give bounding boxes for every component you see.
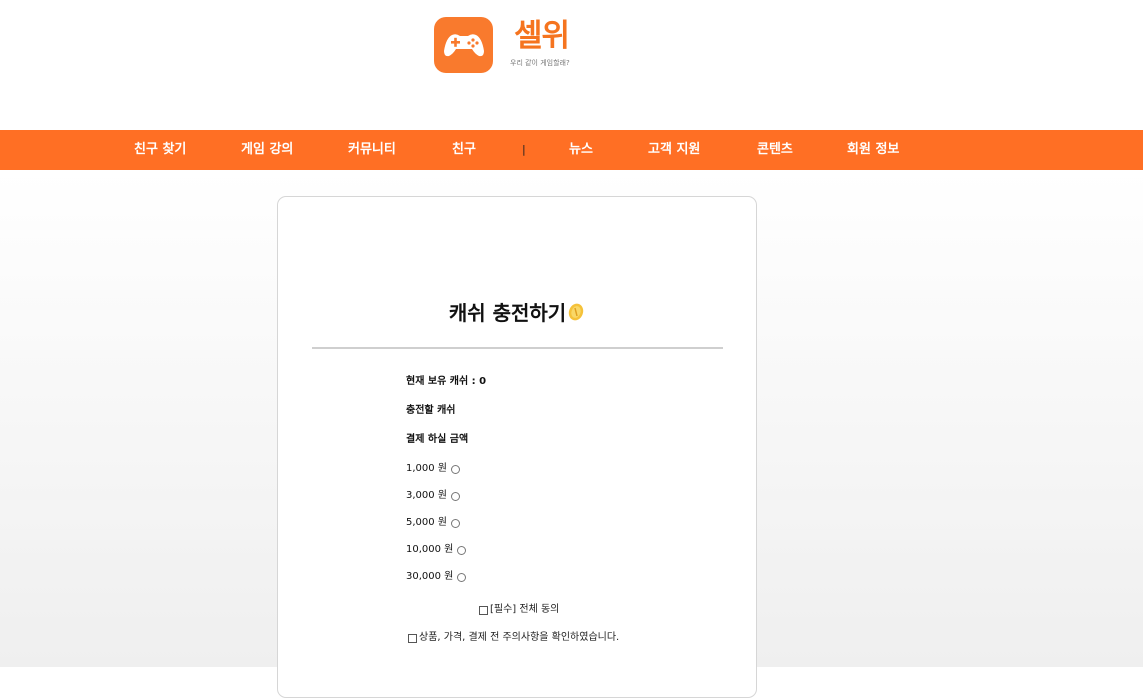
nav-separator: | [522, 143, 526, 156]
nav-item-news[interactable]: 뉴스 [569, 130, 593, 170]
amount-option-label: 1,000 원 [406, 463, 448, 474]
amount-radio[interactable] [451, 518, 461, 528]
brand-tagline: 우리 같이 게임할래? [510, 59, 570, 67]
nav-item-support[interactable]: 고객 지원 [648, 130, 700, 170]
amount-option-label: 5,000 원 [406, 517, 448, 528]
amount-option-3000[interactable]: 3,000 원 [406, 489, 461, 503]
logo[interactable] [434, 17, 493, 73]
nav-item-game-lessons[interactable]: 게임 강의 [241, 130, 293, 170]
agree-all-label: [필수] 전체 동의 [490, 604, 560, 615]
coin-icon [567, 300, 585, 330]
nav-item-contents[interactable]: 콘텐츠 [757, 130, 793, 170]
nav-item-community[interactable]: 커뮤니티 [348, 130, 396, 170]
main-nav: 친구 찾기 게임 강의 커뮤니티 친구 | 뉴스 고객 지원 콘텐츠 회원 정보 [0, 130, 1143, 170]
amount-radio[interactable] [457, 572, 467, 582]
agree-confirm-label: 상품, 가격, 결제 전 주의사항을 확인하였습니다. [419, 632, 620, 643]
nav-item-friends[interactable]: 친구 [452, 130, 476, 170]
checkbox-box[interactable] [479, 605, 488, 615]
site-header: 셀위 우리 같이 게임할래? [0, 0, 1143, 130]
checkbox-box[interactable] [408, 633, 417, 643]
amount-option-label: 10,000 원 [406, 544, 454, 555]
payment-amount-label: 결제 하실 금액 [406, 434, 469, 445]
nav-item-member-info[interactable]: 회원 정보 [847, 130, 899, 170]
page-title: 캐쉬 충전하기 [278, 298, 756, 330]
charge-cash-label: 충전할 캐쉬 [406, 405, 456, 416]
amount-option-5000[interactable]: 5,000 원 [406, 516, 461, 530]
brand-name: 셀위 [514, 18, 570, 54]
page-title-text: 캐쉬 충전하기 [448, 301, 567, 325]
current-cash-label: 현재 보유 캐쉬 : 0 [406, 376, 487, 387]
agree-confirm-checkbox[interactable]: 상품, 가격, 결제 전 주의사항을 확인하였습니다. [408, 631, 619, 645]
amount-radio[interactable] [451, 464, 461, 474]
amount-option-10000[interactable]: 10,000 원 [406, 543, 467, 557]
amount-option-label: 30,000 원 [406, 571, 454, 582]
amount-radio[interactable] [457, 545, 467, 555]
amount-radio[interactable] [451, 491, 461, 501]
amount-option-1000[interactable]: 1,000 원 [406, 462, 461, 476]
agree-all-checkbox[interactable]: [필수] 전체 동의 [479, 603, 559, 617]
gamepad-icon [443, 34, 484, 57]
amount-option-30000[interactable]: 30,000 원 [406, 570, 467, 584]
amount-option-label: 3,000 원 [406, 490, 448, 501]
title-divider [312, 347, 723, 349]
nav-item-find-friends[interactable]: 친구 찾기 [134, 130, 186, 170]
charge-card: 캐쉬 충전하기 현재 보유 캐쉬 : 0 충전할 캐쉬 결제 하실 금액 1,0… [277, 196, 757, 698]
